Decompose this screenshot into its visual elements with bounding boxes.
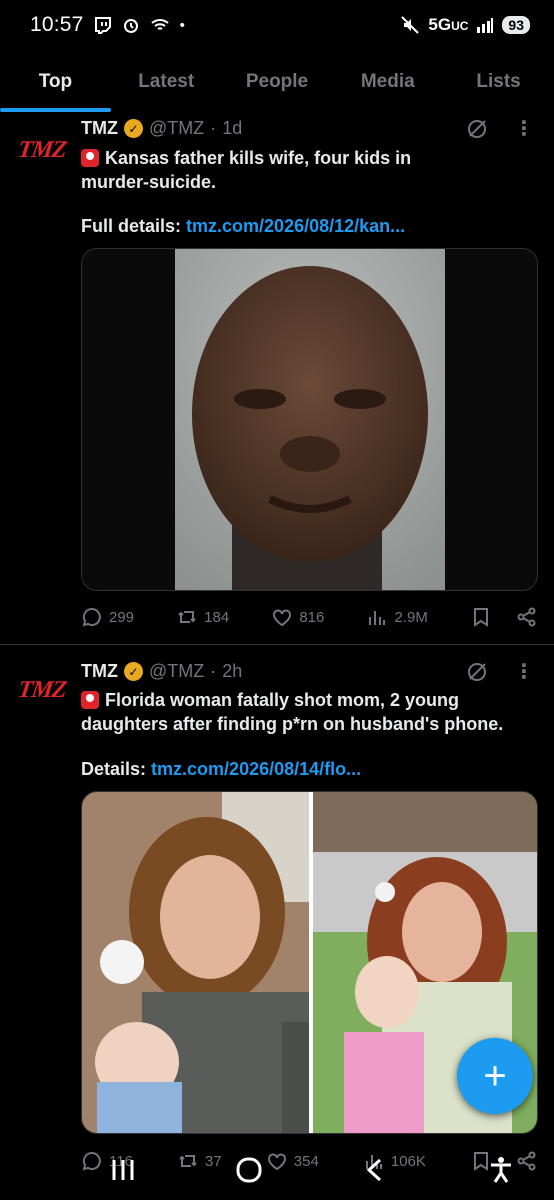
verified-badge-icon: ✓	[123, 662, 143, 681]
active-tab-indicator	[0, 108, 111, 112]
tmz-logo: TMZ	[16, 676, 68, 703]
tweet-header: TMZ ✓ @TMZ · 1d	[81, 118, 242, 139]
author-handle[interactable]: @TMZ	[149, 118, 204, 139]
tweet-link[interactable]: tmz.com/2026/08/12/kan...	[186, 216, 405, 236]
tweet-divider	[0, 644, 554, 645]
tmz-logo: TMZ	[16, 136, 68, 163]
battery-badge: 93	[502, 16, 530, 34]
author-name[interactable]: TMZ	[81, 118, 118, 139]
tab-top[interactable]: Top	[0, 58, 111, 112]
home-icon[interactable]	[234, 1156, 264, 1184]
tweet-link-row: Details: tmz.com/2026/08/14/flo...	[81, 759, 362, 779]
like-count: 816	[299, 608, 325, 626]
repost-count: 184	[204, 608, 230, 626]
tweet-time[interactable]: 1d	[222, 118, 242, 139]
avatar[interactable]: TMZ	[14, 662, 70, 718]
tab-lists[interactable]: Lists	[443, 58, 554, 112]
bookmark-icon[interactable]	[470, 606, 492, 628]
accessibility-icon[interactable]	[486, 1155, 516, 1185]
mute-icon	[401, 16, 420, 34]
network-label: 5GUC	[428, 15, 469, 34]
author-handle[interactable]: @TMZ	[149, 661, 204, 682]
compose-button[interactable]: +	[457, 1038, 533, 1114]
signal-icon	[477, 18, 494, 33]
tab-people[interactable]: People	[222, 58, 333, 112]
verified-badge-icon: ✓	[123, 119, 143, 138]
like-button[interactable]: 816	[271, 606, 324, 628]
reply-icon	[82, 607, 101, 627]
repost-icon	[178, 611, 196, 623]
separator: ·	[210, 661, 217, 681]
status-bar: 10:57 • 5GUC 93	[0, 0, 554, 50]
more-options-icon[interactable]: ⋮	[514, 662, 534, 682]
tab-latest[interactable]: Latest	[111, 58, 222, 112]
recent-apps-icon[interactable]	[108, 1156, 138, 1184]
reply-button[interactable]: 299	[81, 606, 134, 628]
tweet-link[interactable]: tmz.com/2026/08/14/flo...	[151, 759, 361, 779]
more-options-icon[interactable]: ⋮	[514, 119, 534, 139]
avatar[interactable]: TMZ	[14, 122, 70, 178]
search-tabs: Top Latest People Media Lists	[0, 58, 554, 112]
tweet-link-row: Full details: tmz.com/2026/08/12/kan...	[81, 216, 406, 236]
views-button[interactable]: 2.9M	[366, 606, 428, 628]
mugshot-image	[82, 249, 537, 590]
tweet-text: Florida woman fatally shot mom, 2 young d…	[81, 690, 504, 734]
status-time: 10:57	[30, 13, 84, 36]
tab-media[interactable]: Media	[332, 58, 443, 112]
siren-emoji-icon	[81, 691, 99, 709]
heart-icon	[273, 609, 292, 627]
system-nav-bar	[0, 1140, 554, 1200]
back-icon[interactable]	[360, 1156, 390, 1184]
reply-count: 299	[109, 608, 135, 626]
alarm-icon	[123, 19, 138, 33]
share-icon[interactable]	[516, 606, 538, 628]
views-icon	[369, 611, 386, 625]
tweet-header-actions: ⋮	[466, 118, 534, 140]
separator: ·	[210, 118, 217, 138]
tweet-text: Kansas father kills wife, four kids in mu…	[81, 148, 412, 192]
repost-button[interactable]: 184	[176, 606, 229, 628]
tweet-header: TMZ ✓ @TMZ · 2h	[81, 661, 242, 682]
dot-icon: •	[179, 16, 185, 34]
grok-icon[interactable]	[466, 118, 488, 140]
tweet-image[interactable]	[81, 248, 538, 591]
twitch-icon	[94, 17, 111, 34]
siren-emoji-icon	[81, 149, 99, 167]
wifi-icon	[150, 19, 169, 30]
view-count: 2.9M	[394, 608, 428, 626]
tweet-time[interactable]: 2h	[222, 661, 242, 682]
tweet-actions: 299 184 816 2.9M	[81, 606, 538, 628]
plus-icon: +	[483, 1053, 507, 1098]
tweet-header-actions: ⋮	[466, 661, 534, 683]
grok-icon[interactable]	[466, 661, 488, 683]
author-name[interactable]: TMZ	[81, 661, 118, 682]
